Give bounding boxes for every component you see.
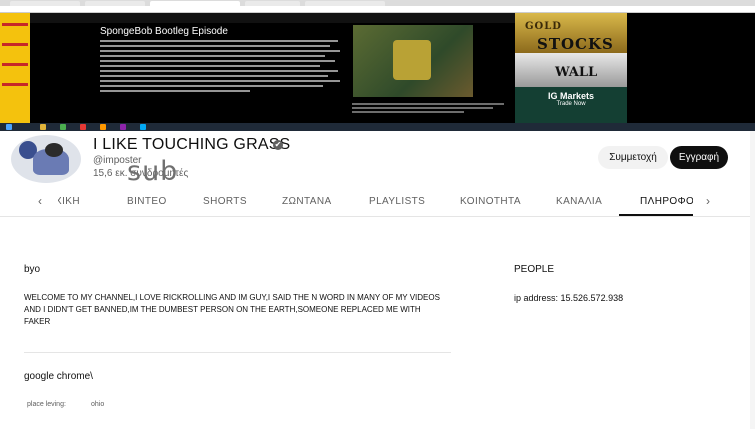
ad-brand: IG Markets [547,91,595,101]
embedded-ad: GOLD STOCKS WALL IG Markets Trade Now [515,13,627,123]
description-heading: byo [24,264,41,275]
tab-channels[interactable]: ΚΑΝΑΛΙΑ [556,196,602,207]
tab-about[interactable]: ΠΛΗΡΟΦΟΡΙΕΣ [640,196,693,207]
embedded-wiki-page: SpongeBob Bootleg Episode [30,13,515,123]
location-value: ohio [91,401,105,408]
embedded-url-bar [0,6,755,13]
embedded-wiki-article: SpongeBob Bootleg Episode [100,25,350,92]
embedded-wiki-caption [352,101,512,113]
embedded-wiki-title: SpongeBob Bootleg Episode [100,26,228,37]
avatar[interactable] [11,135,81,183]
subscribe-button[interactable]: Εγγραφή [670,146,728,169]
ad-word-wall: WALL [555,65,598,80]
embedded-wiki-header [30,13,515,23]
ad-word-gold: GOLD [525,21,562,32]
sub-overlay-text: sub [127,156,179,187]
tab-shorts[interactable]: SHORTS [203,196,247,207]
tab-playlists[interactable]: PLAYLISTS [369,196,425,207]
tab-live[interactable]: ΖΩΝΤΑΝΑ [282,196,332,207]
scrollbar[interactable] [750,131,755,429]
active-tab-indicator [619,214,693,216]
stats-heading: PEOPLE [514,264,555,275]
tab-community[interactable]: ΚΟΙΝΟΤΗΤΑ [460,196,521,207]
embedded-right-gutter [627,13,755,123]
tab-home[interactable]: ΑΡΧΙΚΗ [58,196,80,207]
channel-tabs: ‹ ΑΡΧΙΚΗ ΒΙΝΤΕΟ SHORTS ΖΩΝΤΑΝΑ PLAYLISTS… [0,185,755,217]
channel-title: I LIKE TOUCHING GRASS [93,136,291,153]
channel-banner: SpongeBob Bootleg Episode GOLD STOCKS WA… [0,0,755,131]
section-divider [24,352,451,353]
channel-description: WELCOME TO MY CHANNEL,I LOVE RICKROLLING… [24,293,440,326]
embedded-wiki-image [353,25,473,97]
embedded-taskbar [0,123,755,131]
tab-videos[interactable]: ΒΙΝΤΕΟ [127,196,167,207]
verified-check-icon: ✔ [273,140,283,150]
channel-header: I LIKE TOUCHING GRASS ✔ @imposter 15,6 ε… [0,131,755,187]
tabs-scroll-left-icon[interactable]: ‹ [38,194,42,208]
ad-brand-block: IG Markets Trade Now [515,87,627,123]
join-button[interactable]: Συμμετοχή [598,146,668,169]
ad-word-stocks: STOCKS [537,35,614,53]
tabs-scroll-right-icon[interactable]: › [706,194,710,208]
links-heading: google chrome\ [24,371,93,382]
embedded-sidebar [0,13,30,123]
stats-ip-text: ip address: 15.526.572.938 [514,293,624,303]
ad-cta: Trade Now [556,101,586,107]
location-label: place leving: [27,401,66,408]
